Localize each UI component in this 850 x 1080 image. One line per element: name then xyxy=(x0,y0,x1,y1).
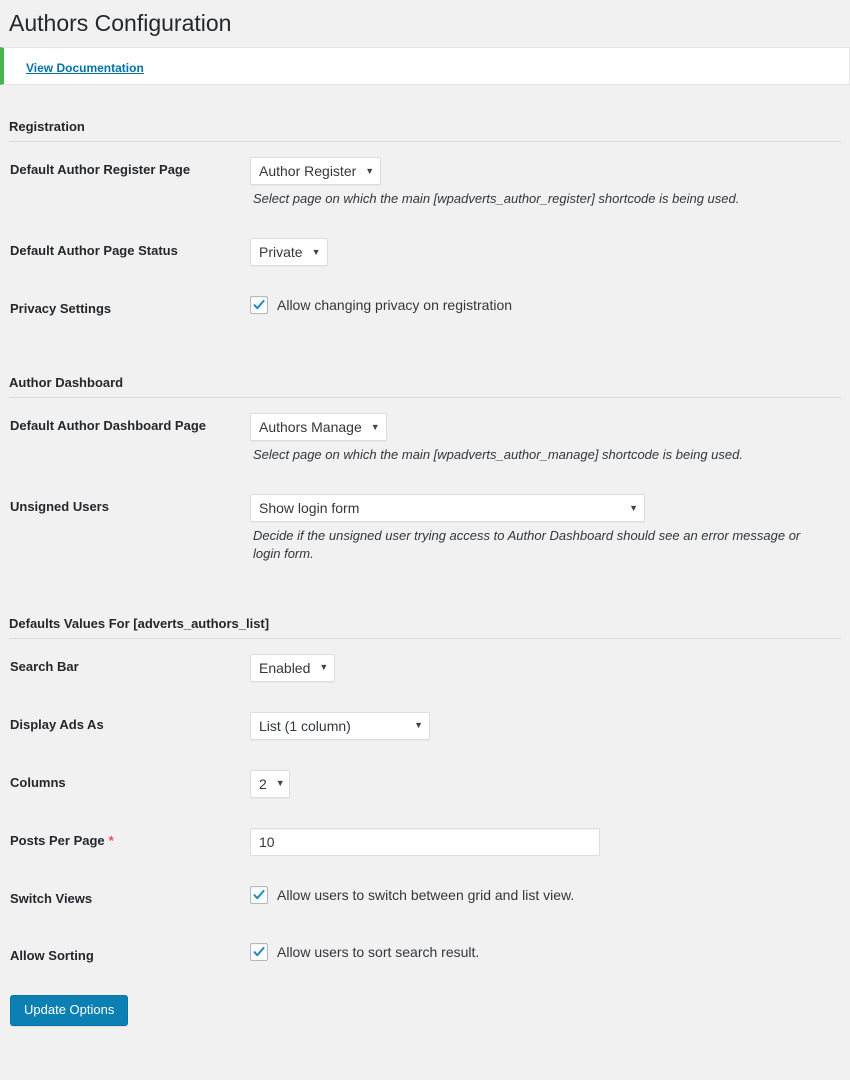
select-search-bar[interactable]: Enabled ▼ xyxy=(250,653,336,682)
documentation-notice: View Documentation xyxy=(0,47,850,85)
select-value: 2 xyxy=(259,775,267,792)
select-value: Authors Manage xyxy=(259,418,362,435)
field-row-unsigned-users: Unsigned Users Show login form ▼ Decide … xyxy=(9,479,841,578)
page-title: Authors Configuration xyxy=(9,10,232,36)
field-label-privacy-settings: Privacy Settings xyxy=(10,301,112,317)
field-row-default-author-register-page: Default Author Register Page Author Regi… xyxy=(9,142,841,223)
field-label-text: Posts Per Page xyxy=(10,832,105,848)
field-row-posts-per-page: Posts Per Page * xyxy=(9,813,841,871)
select-value: Private xyxy=(259,244,303,261)
chevron-down-icon: ▼ xyxy=(275,778,285,789)
select-value: Author Register xyxy=(259,162,357,179)
required-asterisk: * xyxy=(108,832,114,848)
checkbox-switch-views[interactable] xyxy=(250,885,268,904)
section-heading-registration: Registration xyxy=(9,119,841,142)
field-label-default-author-register-page: Default Author Register Page xyxy=(10,162,191,177)
field-row-allow-sorting: Allow Sorting Allow users to sort search… xyxy=(9,928,841,985)
section-heading-author-dashboard: Author Dashboard xyxy=(9,375,841,399)
field-row-columns: Columns 2 ▼ xyxy=(9,755,841,813)
field-label-display-ads-as: Display Ads As xyxy=(10,716,104,732)
field-label-columns: Columns xyxy=(10,774,66,790)
chevron-down-icon: ▼ xyxy=(365,165,375,176)
select-default-author-dashboard-page[interactable]: Authors Manage ▼ xyxy=(250,413,387,442)
select-display-ads-as[interactable]: List (1 column) ▼ xyxy=(250,711,430,740)
checkbox-row-allow-sorting[interactable]: Allow users to sort search result. xyxy=(250,942,831,961)
field-label-unsigned-users: Unsigned Users xyxy=(10,499,109,515)
chevron-down-icon: ▼ xyxy=(319,662,329,673)
field-row-search-bar: Search Bar Enabled ▼ xyxy=(9,639,841,697)
field-description-unsigned-users: Decide if the unsigned user trying acces… xyxy=(253,528,801,562)
field-label-switch-views: Switch Views xyxy=(10,890,93,906)
select-value: Enabled xyxy=(259,659,311,676)
checkbox-label-switch-views: Allow users to switch between grid and l… xyxy=(277,886,575,903)
field-row-default-author-dashboard-page: Default Author Dashboard Page Authors Ma… xyxy=(9,398,841,479)
checkbox-row-switch-views[interactable]: Allow users to switch between grid and l… xyxy=(250,885,831,904)
view-documentation-link[interactable]: View Documentation xyxy=(26,61,144,75)
select-value: Show login form xyxy=(259,500,360,517)
submit-area: Update Options xyxy=(9,984,841,1027)
field-label-default-author-page-status: Default Author Page Status xyxy=(10,243,178,259)
field-description-default-author-register-page: Select page on which the main [wpadverts… xyxy=(253,191,740,206)
field-description-default-author-dashboard-page: Select page on which the main [wpadverts… xyxy=(253,447,743,463)
check-icon xyxy=(253,889,265,899)
chevron-down-icon: ▼ xyxy=(414,720,423,731)
chevron-down-icon: ▼ xyxy=(370,421,380,432)
select-default-author-register-page[interactable]: Author Register ▼ xyxy=(250,157,382,185)
field-label-search-bar: Search Bar xyxy=(10,658,79,674)
update-options-button[interactable]: Update Options xyxy=(10,995,129,1027)
select-default-author-page-status[interactable]: Private ▼ xyxy=(250,238,328,267)
checkbox-label-privacy-settings: Allow changing privacy on registration xyxy=(277,297,513,314)
field-label-default-author-dashboard-page: Default Author Dashboard Page xyxy=(10,418,206,434)
field-row-privacy-settings: Privacy Settings Allow changing privacy … xyxy=(9,281,841,338)
settings-table-defaults-values: Search Bar Enabled ▼ Display Ads As List… xyxy=(9,639,841,985)
field-row-display-ads-as: Display Ads As List (1 column) ▼ xyxy=(9,697,841,755)
select-value: List (1 column) xyxy=(259,717,351,734)
settings-form: Registration Default Author Register Pag… xyxy=(0,119,850,1027)
select-columns[interactable]: 2 ▼ xyxy=(250,769,290,798)
chevron-down-icon: ▼ xyxy=(629,502,638,513)
chevron-down-icon: ▼ xyxy=(311,246,321,257)
field-label-allow-sorting: Allow Sorting xyxy=(10,947,94,963)
field-row-default-author-page-status: Default Author Page Status Private ▼ xyxy=(9,223,841,281)
checkbox-privacy-settings[interactable] xyxy=(250,296,268,315)
field-label-posts-per-page: Posts Per Page * xyxy=(9,813,240,871)
checkbox-allow-sorting[interactable] xyxy=(250,942,268,961)
checkbox-label-allow-sorting: Allow users to sort search result. xyxy=(277,943,480,960)
check-icon xyxy=(253,300,265,310)
check-icon xyxy=(253,946,265,956)
settings-table-author-dashboard: Default Author Dashboard Page Authors Ma… xyxy=(9,398,841,579)
settings-table-registration: Default Author Register Page Author Regi… xyxy=(9,142,841,338)
section-heading-defaults-values: Defaults Values For [adverts_authors_lis… xyxy=(9,616,841,639)
posts-per-page-input[interactable] xyxy=(250,827,600,856)
select-unsigned-users[interactable]: Show login form ▼ xyxy=(250,494,645,523)
field-row-switch-views: Switch Views Allow users to switch betwe… xyxy=(9,871,841,928)
checkbox-row-privacy-settings[interactable]: Allow changing privacy on registration xyxy=(250,296,831,315)
